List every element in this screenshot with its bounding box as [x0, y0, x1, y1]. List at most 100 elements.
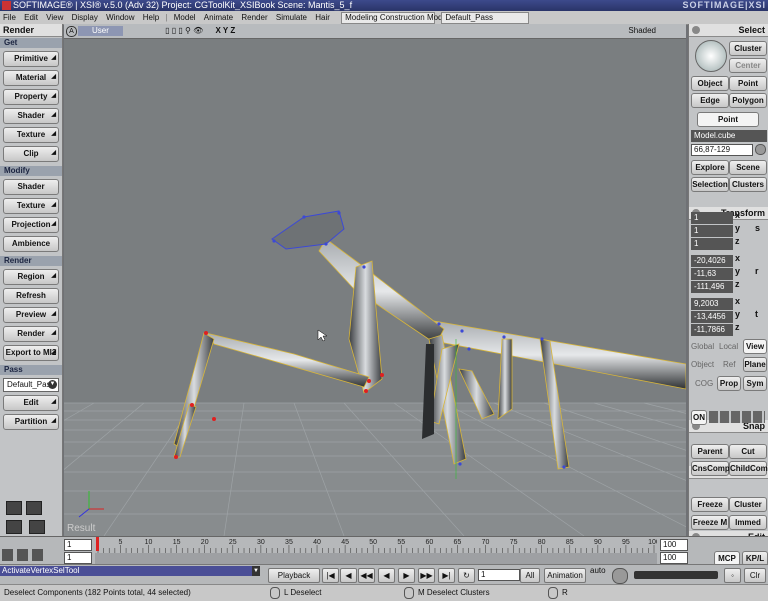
menu-display[interactable]: Display: [69, 13, 101, 22]
first-frame-button[interactable]: |◀: [322, 568, 339, 583]
selection-arrow-icon[interactable]: [695, 40, 727, 72]
last-frame-button[interactable]: ▶|: [438, 568, 455, 583]
play-button[interactable]: ▶: [398, 568, 415, 583]
auto-key-toggle[interactable]: auto: [590, 566, 606, 575]
property-button[interactable]: Property ◢: [3, 89, 59, 105]
ambience-button[interactable]: Ambience: [3, 236, 59, 252]
x-axis-label[interactable]: x: [735, 210, 740, 220]
z-axis-label[interactable]: z: [735, 279, 740, 289]
timeline-end-field-2[interactable]: 100: [660, 552, 688, 564]
z-axis-label[interactable]: z: [735, 322, 740, 332]
region-button[interactable]: Region ◢: [3, 269, 59, 285]
translation-z-field[interactable]: -11,7866: [691, 324, 733, 336]
y-axis-label[interactable]: y: [735, 223, 740, 233]
mantis-front-femur[interactable]: [205, 332, 370, 388]
y-axis-label[interactable]: y: [735, 309, 740, 319]
prev-key-button[interactable]: ◀: [340, 568, 357, 583]
layout-icon[interactable]: [6, 520, 22, 534]
tool-icons[interactable]: [2, 549, 46, 561]
refresh-button[interactable]: Refresh: [3, 288, 59, 304]
timeline-end-field[interactable]: 100: [660, 539, 688, 551]
immed-button[interactable]: Immed: [729, 515, 767, 530]
ref-ref[interactable]: Ref: [723, 360, 735, 369]
get-texture-button[interactable]: Texture ◢: [3, 127, 59, 143]
mantis-head[interactable]: [271, 210, 345, 250]
center-button[interactable]: Center: [729, 58, 767, 73]
toolbar-title[interactable]: Render: [0, 24, 62, 37]
3d-viewport[interactable]: A User ▯ ▯ ▯ ⚲ 👁 X Y Z Shaded Result: [64, 24, 686, 536]
point-filter-button[interactable]: Point: [729, 76, 767, 91]
object-button[interactable]: Object: [691, 76, 729, 91]
pass-select[interactable]: Default_Pass ▼: [3, 378, 59, 392]
clip-button[interactable]: Clip ◢: [3, 146, 59, 162]
key-button[interactable]: ◦: [724, 568, 741, 583]
key-slider[interactable]: [634, 571, 718, 579]
timeline-ruler[interactable]: 5 10 15 20 25 30 35 40 45 50 55 60 65 70 75 80 85 90 95 100: [95, 537, 657, 553]
menu-render[interactable]: Render: [238, 13, 270, 22]
preview-button[interactable]: Preview ◢: [3, 307, 59, 323]
selection-button[interactable]: Selection: [691, 177, 729, 192]
shading-mode-dropdown[interactable]: Shaded: [628, 24, 656, 38]
polygon-button[interactable]: Polygon: [729, 93, 767, 108]
material-button[interactable]: Material ◢: [3, 70, 59, 86]
scale-x-field[interactable]: 1: [691, 212, 733, 224]
rotation-y-field[interactable]: -11,63: [691, 268, 733, 280]
translation-label[interactable]: t: [755, 309, 758, 319]
menu-edit[interactable]: Edit: [21, 13, 41, 22]
object-name-field[interactable]: Model.cube: [691, 130, 767, 142]
rotation-x-field[interactable]: -20,4026: [691, 255, 733, 267]
clear-key-button[interactable]: Clr: [744, 568, 766, 583]
projection-button[interactable]: Projection ◢: [3, 217, 59, 233]
scale-label[interactable]: s: [755, 223, 760, 233]
menu-simulate[interactable]: Simulate: [273, 13, 310, 22]
scale-z-field[interactable]: 1: [691, 238, 733, 250]
loop-button[interactable]: ↻: [458, 568, 475, 583]
animation-menu-button[interactable]: Animation: [544, 568, 586, 583]
cut-button[interactable]: Cut: [729, 444, 767, 459]
menu-hair[interactable]: Hair: [312, 13, 333, 22]
rotation-label[interactable]: r: [755, 266, 759, 276]
modify-shader-button[interactable]: Shader: [3, 179, 59, 195]
selection-range-field[interactable]: 66,87-129: [691, 144, 753, 156]
playback-menu-button[interactable]: Playback: [268, 568, 320, 583]
primitive-button[interactable]: Primitive ◢: [3, 51, 59, 67]
layout-icon[interactable]: [26, 501, 42, 515]
cog-toggle[interactable]: COG: [695, 379, 713, 388]
edit-cluster-button[interactable]: Cluster: [729, 497, 767, 512]
all-button[interactable]: All: [520, 568, 540, 583]
play-backward-button[interactable]: ◀: [378, 568, 395, 583]
keyframe-icon[interactable]: [612, 568, 628, 584]
timeline-playhead[interactable]: [96, 537, 99, 551]
x-axis-label[interactable]: x: [735, 253, 740, 263]
snap-icons[interactable]: [709, 411, 765, 423]
render-button[interactable]: Render ◢: [3, 326, 59, 342]
menu-animate[interactable]: Animate: [201, 13, 236, 22]
timeline-start-field[interactable]: 1: [64, 539, 92, 551]
viewport-letter-icon[interactable]: A: [66, 26, 77, 37]
layout-icon[interactable]: [29, 520, 46, 534]
layout-icon[interactable]: [6, 501, 22, 515]
menu-help[interactable]: Help: [140, 13, 162, 22]
partition-button[interactable]: Partition ◢: [3, 414, 59, 430]
menu-file[interactable]: File: [0, 13, 19, 22]
freeze-m-button[interactable]: Freeze M: [691, 515, 729, 530]
cnscomp-button[interactable]: CnsComp: [691, 461, 730, 476]
dropdown-arrow-icon[interactable]: [755, 144, 766, 155]
construction-mode-dropdown[interactable]: Modeling Construction Mode: [341, 12, 447, 24]
command-line[interactable]: ActivateVertexSelTool: [0, 566, 260, 576]
x-axis-label[interactable]: x: [735, 296, 740, 306]
menu-window[interactable]: Window: [103, 13, 137, 22]
edge-button[interactable]: Edge: [691, 93, 729, 108]
forward-button[interactable]: ▶▶: [418, 568, 435, 583]
prop-button[interactable]: Prop: [717, 376, 741, 391]
get-shader-button[interactable]: Shader ◢: [3, 108, 59, 124]
point-active-button[interactable]: Point: [697, 112, 759, 127]
mantis-model-scene[interactable]: [64, 39, 686, 536]
scene-button[interactable]: Scene: [729, 160, 767, 175]
menu-view[interactable]: View: [43, 13, 66, 22]
global-ref[interactable]: Global: [691, 342, 714, 351]
local-ref[interactable]: Local: [719, 342, 738, 351]
translation-x-field[interactable]: 9,2003: [691, 298, 733, 310]
z-axis-label[interactable]: z: [735, 236, 740, 246]
mantis-thorax[interactable]: [318, 238, 445, 345]
